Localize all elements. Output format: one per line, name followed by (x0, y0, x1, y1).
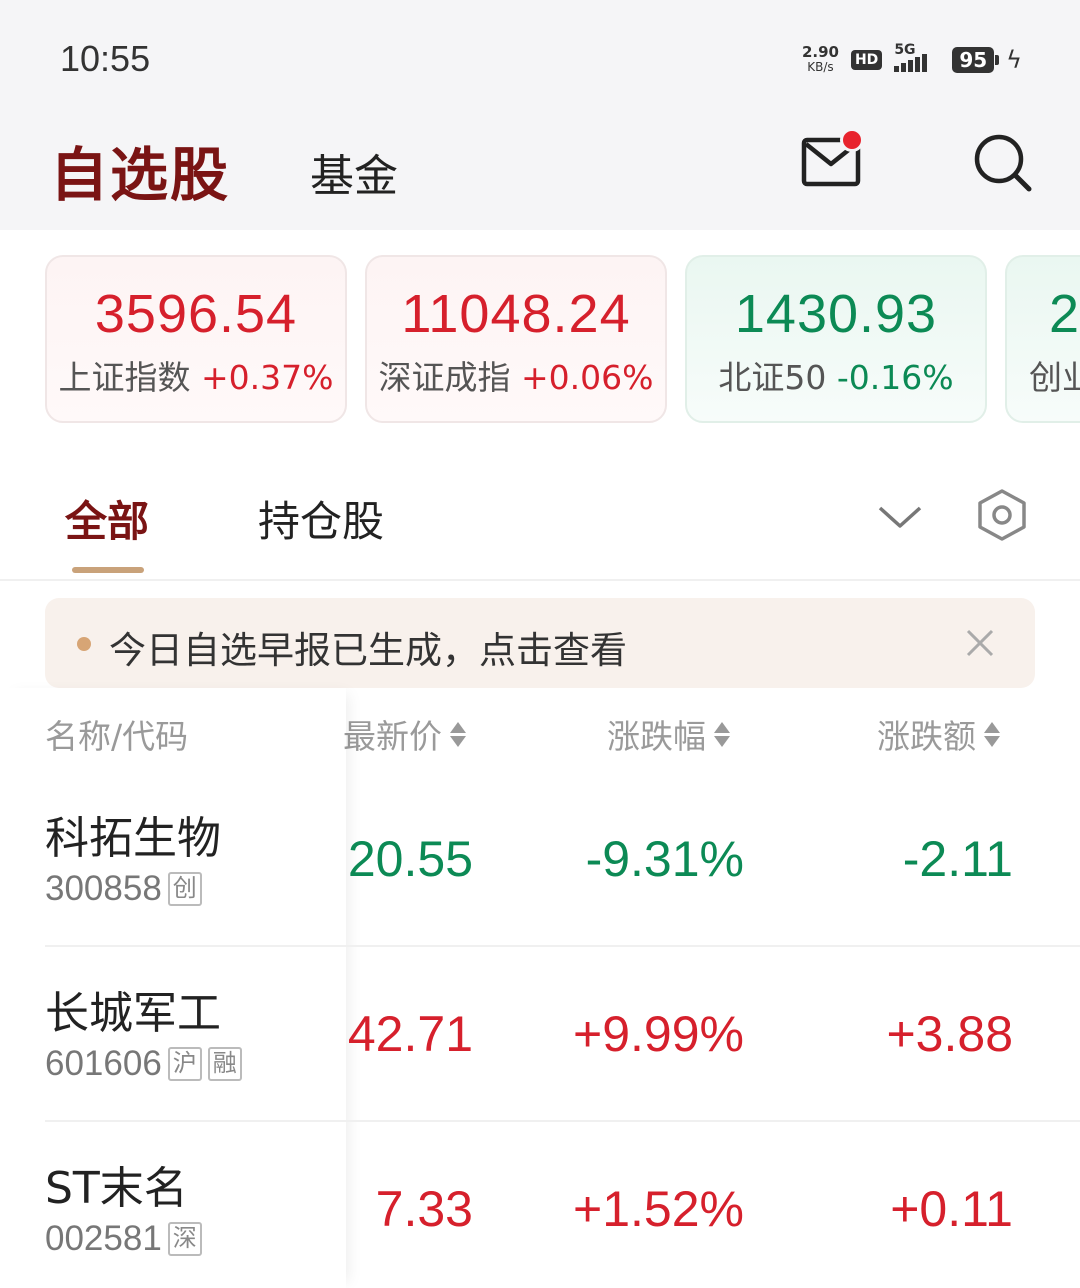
index-card[interactable]: 3596.54 上证指数 +0.37% (45, 255, 347, 423)
notice-dot (77, 637, 91, 651)
market-tag: 创 (167, 872, 202, 906)
index-card[interactable]: 11048.24 深证成指 +0.06% (365, 255, 667, 423)
index-cards: 3596.54 上证指数 +0.37% 11048.24 深证成指 +0.06%… (45, 255, 1080, 423)
battery-level: 95 (959, 48, 988, 72)
signal-icon: 5G (894, 42, 940, 72)
charging-bolt-icon: ϟ (1006, 46, 1022, 74)
column-header-chg-label: 涨跌额 (877, 717, 976, 756)
index-value: 1430.93 (734, 284, 938, 344)
latest-price: 42.71 (347, 1006, 473, 1062)
column-header-pct-label: 涨跌幅 (607, 717, 706, 756)
index-value: 2 (1049, 284, 1080, 344)
page-title[interactable]: 自选股 (50, 128, 230, 212)
sort-icon (714, 721, 730, 747)
table-row[interactable]: ST末名 002581 深 7.33 +1.52% +0.11 (45, 1122, 1080, 1288)
column-header-chg[interactable]: 涨跌额 (877, 710, 1000, 758)
network-speed-unit: KB/s (807, 60, 834, 74)
stock-name: 科拓生物 (45, 813, 221, 864)
index-value: 11048.24 (401, 284, 631, 344)
status-indicators: 2.90 KB/s HD 5G 95 ϟ (802, 40, 1022, 80)
column-header-name-label: 名称/代码 (45, 717, 189, 756)
close-icon[interactable] (963, 626, 997, 660)
change-percent: -9.31% (585, 831, 744, 887)
tab-fund[interactable]: 基金 (310, 140, 398, 204)
index-name: 创业 (1029, 358, 1080, 397)
network-speed: 2.90 KB/s (802, 45, 839, 75)
battery-icon: 95 (952, 47, 999, 73)
search-icon[interactable] (970, 130, 1034, 194)
index-change: +0.06% (521, 358, 654, 397)
margin-tag: 融 (207, 1047, 242, 1081)
table-row[interactable]: 科拓生物 300858 创 20.55 -9.31% -2.11 (45, 772, 1080, 947)
stock-code-line: 002581 深 (45, 1219, 202, 1259)
stock-name: 长城军工 (45, 988, 221, 1039)
change-amount: +0.11 (890, 1181, 1013, 1237)
hd-badge: HD (850, 50, 883, 70)
change-percent: +1.52% (573, 1181, 744, 1237)
index-card[interactable]: 2 创业 (1005, 255, 1080, 423)
stock-code: 002581 (45, 1219, 162, 1258)
active-tab-indicator (72, 567, 144, 573)
change-amount: -2.11 (902, 831, 1013, 887)
latest-price: 20.55 (347, 831, 473, 887)
column-header-price-label: 最新价 (343, 717, 442, 756)
sort-icon (450, 721, 466, 747)
stock-code: 300858 (45, 869, 162, 908)
network-type-label: 5G (894, 42, 916, 58)
index-name: 北证50 (718, 358, 827, 397)
latest-price: 7.33 (375, 1181, 473, 1237)
tab-holdings[interactable]: 持仓股 (258, 488, 384, 549)
column-header-name: 名称/代码 (45, 710, 188, 758)
network-speed-value: 2.90 (801, 43, 839, 61)
chevron-down-icon[interactable] (876, 496, 924, 536)
index-card[interactable]: 1430.93 北证50 -0.16% (685, 255, 987, 423)
column-header-pct[interactable]: 涨跌幅 (607, 710, 730, 758)
tab-all[interactable]: 全部 (65, 488, 149, 549)
stock-code-line: 300858 创 (45, 869, 202, 909)
status-time: 10:55 (60, 38, 151, 79)
market-tag: 深 (167, 1222, 202, 1256)
daily-report-notice[interactable]: 今日自选早报已生成，点击查看 (45, 598, 1035, 688)
stock-code: 601606 (45, 1044, 162, 1083)
index-name: 上证指数 (58, 358, 191, 397)
index-change: -0.16% (836, 358, 954, 397)
sort-icon (984, 721, 1000, 747)
divider (0, 579, 1080, 581)
stock-name: ST末名 (45, 1163, 188, 1214)
notification-dot (840, 128, 864, 152)
index-value: 3596.54 (94, 284, 298, 344)
change-percent: +9.99% (573, 1006, 744, 1062)
notice-text: 今日自选早报已生成，点击查看 (109, 629, 627, 672)
settings-hexagon-icon[interactable] (976, 488, 1028, 542)
stock-code-line: 601606 沪 融 (45, 1044, 242, 1084)
index-change: +0.37% (201, 358, 334, 397)
column-header-price[interactable]: 最新价 (343, 710, 466, 758)
market-tag: 沪 (167, 1047, 202, 1081)
change-amount: +3.88 (886, 1006, 1013, 1062)
index-name: 深证成指 (378, 358, 511, 397)
table-row[interactable]: 长城军工 601606 沪 融 42.71 +9.99% +3.88 (45, 947, 1080, 1122)
